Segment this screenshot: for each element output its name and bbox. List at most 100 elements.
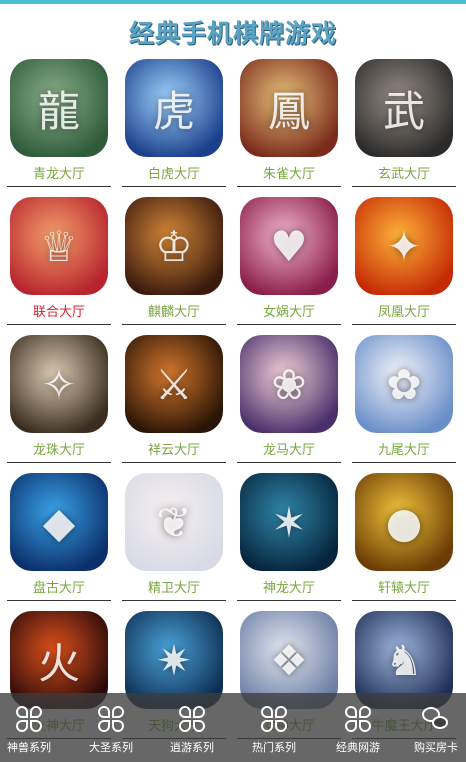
game-label[interactable]: 九尾大厅 (352, 442, 456, 459)
divider (237, 324, 341, 325)
fairy-icon[interactable]: ✿ (355, 335, 453, 433)
sword-icon[interactable]: ⚔ (125, 335, 223, 433)
divider (7, 186, 111, 187)
game-tile[interactable]: ⚔ 祥云大厅 (122, 335, 226, 471)
page-title: 经典手机棋牌游戏 (128, 19, 337, 48)
game-artwork: 武 (382, 86, 425, 136)
game-tile[interactable]: ● 轩辕大厅 (352, 473, 456, 609)
clover-icon (15, 705, 43, 733)
nav-item-label: 大圣系列 (89, 741, 133, 754)
clover-icon (178, 705, 206, 733)
game-label[interactable]: 青龙大厅 (7, 166, 111, 183)
game-artwork: ♕ (40, 221, 78, 271)
emblem-icon[interactable]: ◆ (10, 473, 108, 571)
game-artwork: ◆ (42, 497, 76, 547)
doll-icon[interactable]: ❀ (240, 335, 338, 433)
beast-icon[interactable]: ✶ (240, 473, 338, 571)
game-tile[interactable]: 武玄武大厅 (352, 59, 456, 195)
divider (122, 324, 226, 325)
game-label[interactable]: 白虎大厅 (122, 166, 226, 183)
elf-icon[interactable]: ✧ (10, 335, 108, 433)
ball-icon[interactable]: ● (355, 473, 453, 571)
game-label[interactable]: 玄武大厅 (352, 166, 456, 183)
firebird-icon[interactable]: ✦ (355, 197, 453, 295)
game-tile[interactable]: ♔ 麒麟大厅 (122, 197, 226, 333)
game-label[interactable]: 轩辕大厅 (352, 580, 456, 597)
heroine-icon[interactable]: ♕ (10, 197, 108, 295)
game-label[interactable]: 祥云大厅 (122, 442, 226, 459)
game-tile[interactable]: 鳳朱雀大厅 (237, 59, 341, 195)
wechat-icon (422, 705, 450, 733)
game-label[interactable]: 龙珠大厅 (7, 442, 111, 459)
nav-item-label: 神兽系列 (7, 741, 51, 754)
divider (352, 462, 456, 463)
nav-item[interactable]: 大圣系列 (80, 693, 142, 762)
game-artwork: 虎 (152, 86, 195, 136)
game-artwork: ✶ (271, 497, 307, 547)
game-artwork: ♔ (155, 221, 193, 271)
divider (7, 324, 111, 325)
game-artwork: ✦ (386, 221, 422, 271)
divider (352, 186, 456, 187)
clover-icon (97, 705, 125, 733)
divider (237, 600, 341, 601)
divider (352, 600, 456, 601)
game-label[interactable]: 凤凰大厅 (352, 304, 456, 321)
game-artwork: ♥ (270, 221, 308, 271)
game-tile[interactable]: 龍青龙大厅 (7, 59, 111, 195)
game-tile[interactable]: ✶ 神龙大厅 (237, 473, 341, 609)
hero-icon[interactable]: ♔ (125, 197, 223, 295)
divider (122, 600, 226, 601)
clover-icon (260, 705, 288, 733)
dragon-icon[interactable]: 龍 (10, 59, 108, 157)
game-tile[interactable]: 虎白虎大厅 (122, 59, 226, 195)
game-artwork: ❦ (156, 497, 192, 547)
divider (122, 186, 226, 187)
dancer-icon[interactable]: ❦ (125, 473, 223, 571)
game-tile[interactable]: ❀ 龙马大厅 (237, 335, 341, 471)
game-label[interactable]: 盘古大厅 (7, 580, 111, 597)
tiger-icon[interactable]: 虎 (125, 59, 223, 157)
game-label[interactable]: 朱雀大厅 (237, 166, 341, 183)
game-tile[interactable]: ♕ 联合大厅 (7, 197, 111, 333)
divider (352, 324, 456, 325)
game-label[interactable]: 龙马大厅 (237, 442, 341, 459)
divider (122, 462, 226, 463)
nav-item-label: 经典网游 (336, 741, 380, 754)
game-tile[interactable]: ✿ 九尾大厅 (352, 335, 456, 471)
girl-icon[interactable]: ♥ (240, 197, 338, 295)
nav-item[interactable]: 逍游系列 (160, 693, 224, 762)
nav-item[interactable]: 购买房卡 (406, 693, 466, 762)
game-artwork: 鳳 (267, 86, 310, 136)
nav-item[interactable]: 热门系列 (243, 693, 305, 762)
game-artwork: 龍 (37, 86, 80, 136)
game-artwork: ⚔ (155, 359, 193, 409)
nav-item-label: 逍游系列 (170, 741, 214, 754)
clover-icon (344, 705, 372, 733)
game-tile[interactable]: ◆ 盘古大厅 (7, 473, 111, 609)
divider (7, 600, 111, 601)
game-label[interactable]: 女娲大厅 (237, 304, 341, 321)
divider (237, 462, 341, 463)
game-tile[interactable]: ❦ 精卫大厅 (122, 473, 226, 609)
nav-item[interactable]: 神兽系列 (0, 693, 58, 762)
game-label[interactable]: 麒麟大厅 (122, 304, 226, 321)
nav-item-label: 热门系列 (252, 741, 296, 754)
game-tile[interactable]: ♥ 女娲大厅 (237, 197, 341, 333)
game-tile[interactable]: ✧ 龙珠大厅 (7, 335, 111, 471)
game-label[interactable]: 精卫大厅 (122, 580, 226, 597)
bottom-nav-bar: 神兽系列 大圣系列 逍游系列 热门系列 经典网游 购买房卡 (0, 693, 466, 762)
game-label[interactable]: 联合大厅 (7, 304, 111, 321)
game-tile[interactable]: ✦ 凤凰大厅 (352, 197, 456, 333)
warrior-icon[interactable]: 武 (355, 59, 453, 157)
game-artwork: ● (385, 497, 423, 547)
game-artwork: ✧ (41, 359, 77, 409)
game-label[interactable]: 神龙大厅 (237, 580, 341, 597)
nav-item-label: 购买房卡 (414, 741, 458, 754)
divider (237, 186, 341, 187)
game-artwork: ✿ (386, 359, 422, 409)
nav-item[interactable]: 经典网游 (326, 693, 390, 762)
divider (7, 462, 111, 463)
game-artwork: ❀ (271, 359, 307, 409)
phoenix-icon[interactable]: 鳳 (240, 59, 338, 157)
